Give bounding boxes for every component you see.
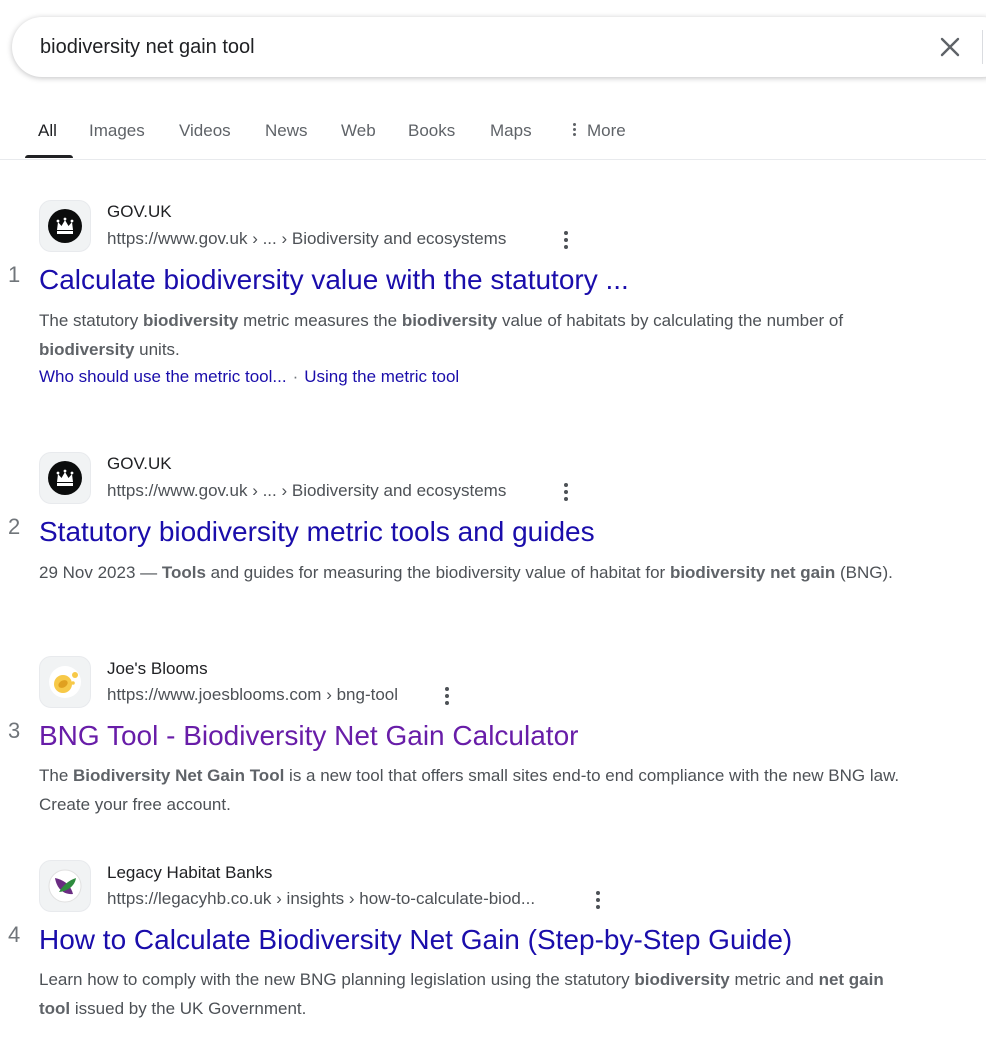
search-bar [12,17,986,77]
site-url: https://legacyhb.co.uk › insights › how-… [107,889,536,908]
crown-logo-icon [48,209,82,243]
tab-web[interactable]: Web [341,104,376,158]
site-favicon[interactable] [39,452,91,504]
result-options-button[interactable] [588,888,608,912]
bee-logo-icon [49,666,81,698]
tab-news[interactable]: News [265,104,308,158]
tab-images[interactable]: Images [89,104,145,158]
result-options-button[interactable] [437,684,457,708]
result-options-button[interactable] [556,228,576,252]
close-icon [940,37,960,57]
site-favicon[interactable] [39,656,91,708]
snippet-highlight: biodiversity [39,340,135,359]
result-rank: 1 [8,262,21,287]
result-title-link[interactable]: Statutory biodiversity metric tools and … [39,516,595,548]
tab-maps[interactable]: Maps [490,104,532,158]
result-snippet: 29 Nov 2023 — Tools and guides for measu… [39,563,893,582]
result-snippet: The statutory biodiversity metric measur… [39,311,844,359]
more-vert-icon [573,121,577,138]
sitelink-separator: · [292,367,299,386]
snippet-highlight: Biodiversity Net Gain Tool [73,766,285,785]
tab-more[interactable]: More [573,104,626,158]
result-snippet: The Biodiversity Net Gain Tool is a new … [39,766,900,814]
result-title-link[interactable]: Calculate biodiversity value with the st… [39,264,629,296]
site-name: GOV.UK [107,202,172,221]
search-divider [982,30,983,64]
site-favicon[interactable] [39,860,91,912]
tab-videos[interactable]: Videos [179,104,231,158]
snippet-highlight: biodiversity net gain [669,563,836,582]
tab-more-label: More [587,121,626,140]
snippet-highlight: biodiversity [401,311,498,330]
tab-all[interactable]: All [38,104,57,158]
site-name: Legacy Habitat Banks [107,863,273,882]
sitelink-who-should-use[interactable]: Who should use the metric tool... [39,367,287,386]
tab-books[interactable]: Books [408,104,455,158]
snippet-highlight: Tools [161,563,206,582]
result-title-link[interactable]: BNG Tool - Biodiversity Net Gain Calcula… [39,720,578,752]
sitelink-using-metric-tool[interactable]: Using the metric tool [304,367,459,386]
snippet-highlight: biodiversity [142,311,239,330]
leaf-logo-icon [48,869,82,903]
site-url: https://www.gov.uk › ... › Biodiversity … [107,481,507,500]
active-tab-indicator [25,155,73,158]
snippet-highlight: biodiversity [634,970,730,989]
search-input[interactable] [40,17,900,77]
site-url: https://www.gov.uk › ... › Biodiversity … [107,229,507,248]
result-rank: 4 [8,922,21,947]
result-snippet: Learn how to comply with the new BNG pla… [39,970,884,1018]
crown-logo-icon [48,461,82,495]
site-url: https://www.joesblooms.com › bng-tool [107,685,399,704]
site-favicon[interactable] [39,200,91,252]
site-name: Joe's Blooms [107,659,208,678]
result-rank: 3 [8,718,21,743]
search-tabs: All Images Videos News Web Books Maps Mo… [0,104,986,160]
snippet-highlight: net gain tool [39,970,884,1018]
result-rank: 2 [8,514,21,539]
site-name: GOV.UK [107,454,172,473]
clear-search-button[interactable] [932,29,968,65]
result-options-button[interactable] [556,480,576,504]
result-title-link[interactable]: How to Calculate Biodiversity Net Gain (… [39,924,792,956]
sitelinks: Who should use the metric tool... · Using … [39,367,459,387]
